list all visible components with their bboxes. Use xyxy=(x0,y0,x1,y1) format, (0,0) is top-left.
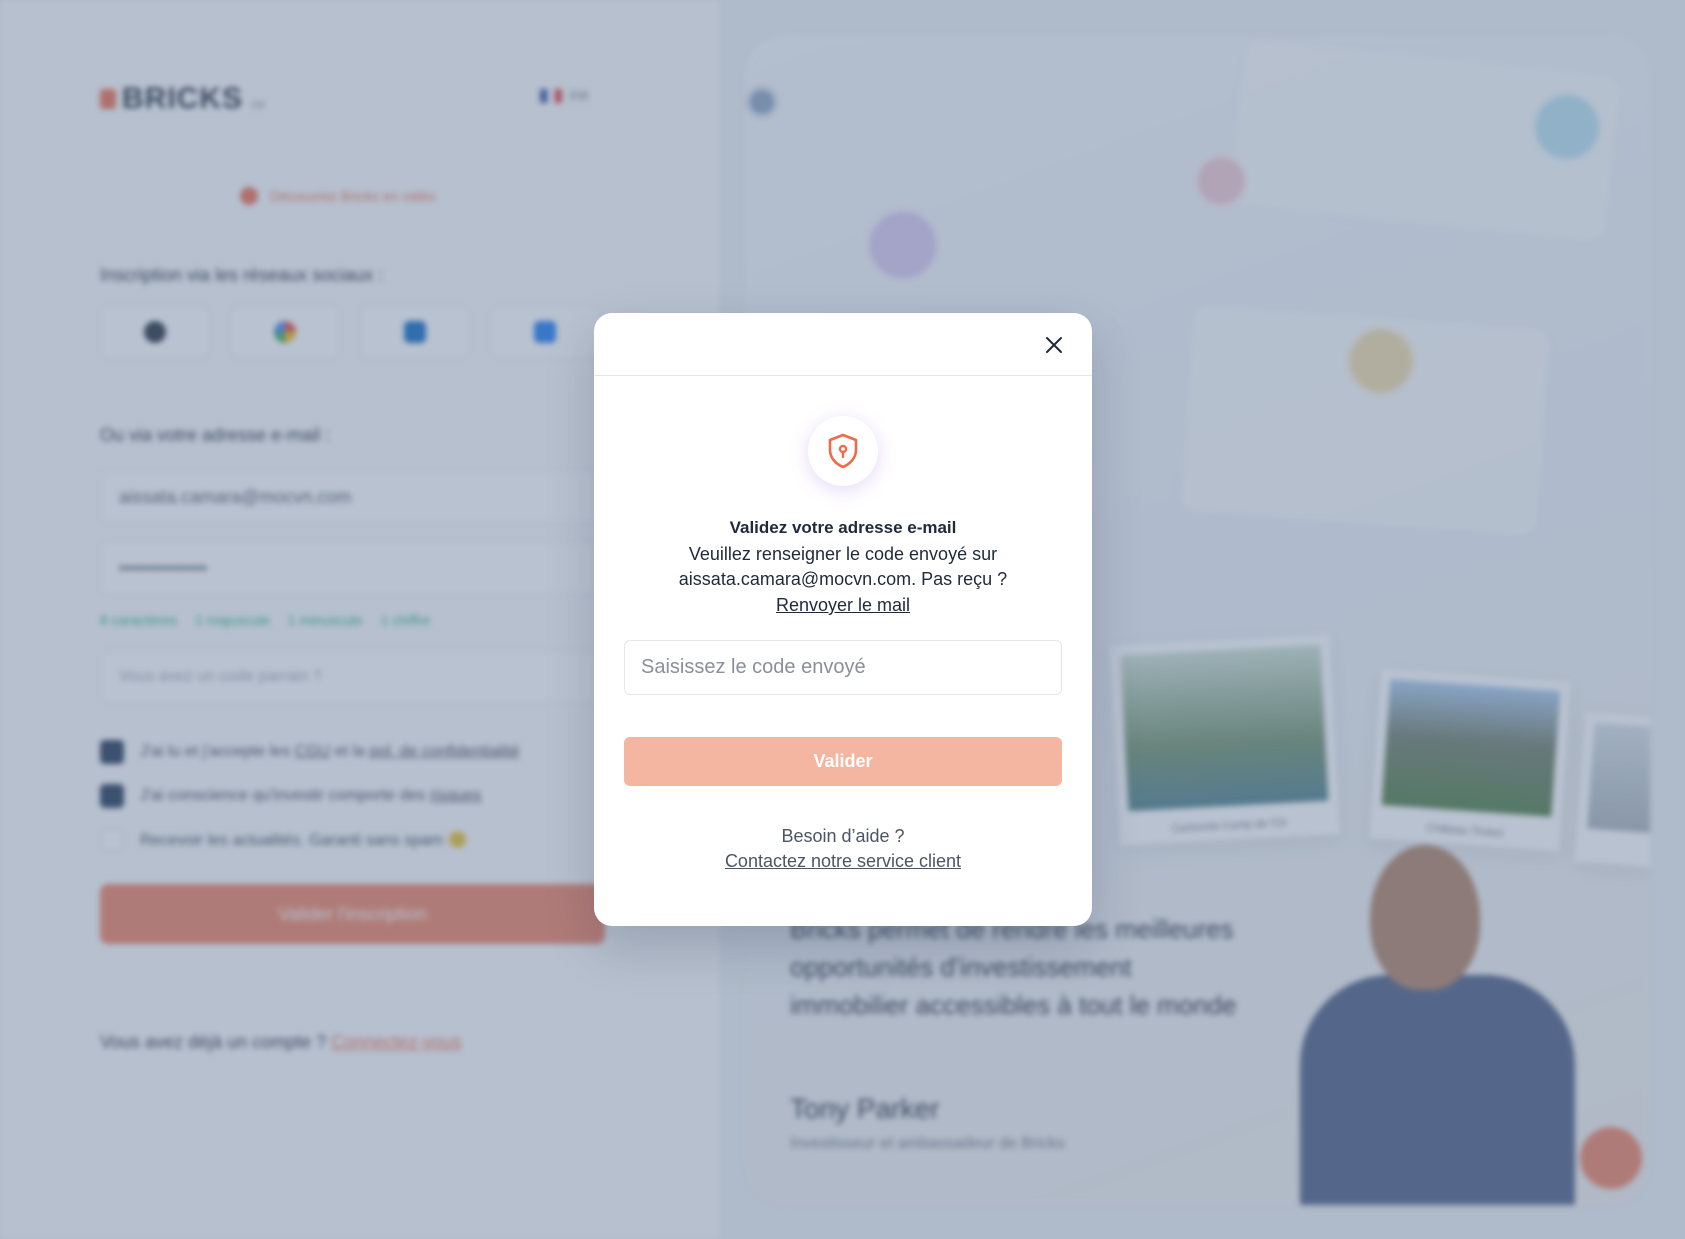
resend-email-link[interactable]: Renvoyer le mail xyxy=(594,595,1092,616)
modal-title: Validez votre adresse e-mail xyxy=(729,518,957,537)
contact-support-link[interactable]: Contactez notre service client xyxy=(594,851,1092,872)
shield-lock-icon xyxy=(808,416,878,486)
email-verification-modal: Validez votre adresse e-mail Veuillez re… xyxy=(594,313,1092,926)
close-icon[interactable] xyxy=(1040,331,1068,359)
signup-page: BRICKS .co FR Découvrez Bricks en vidéo … xyxy=(0,0,1685,1239)
modal-header xyxy=(594,313,1092,376)
help-text: Besoin d’aide ? xyxy=(781,826,905,846)
validate-button[interactable]: Valider xyxy=(624,737,1062,786)
modal-description: Veuillez renseigner le code envoyé sur a… xyxy=(678,544,1008,589)
verification-code-input[interactable] xyxy=(624,640,1062,695)
